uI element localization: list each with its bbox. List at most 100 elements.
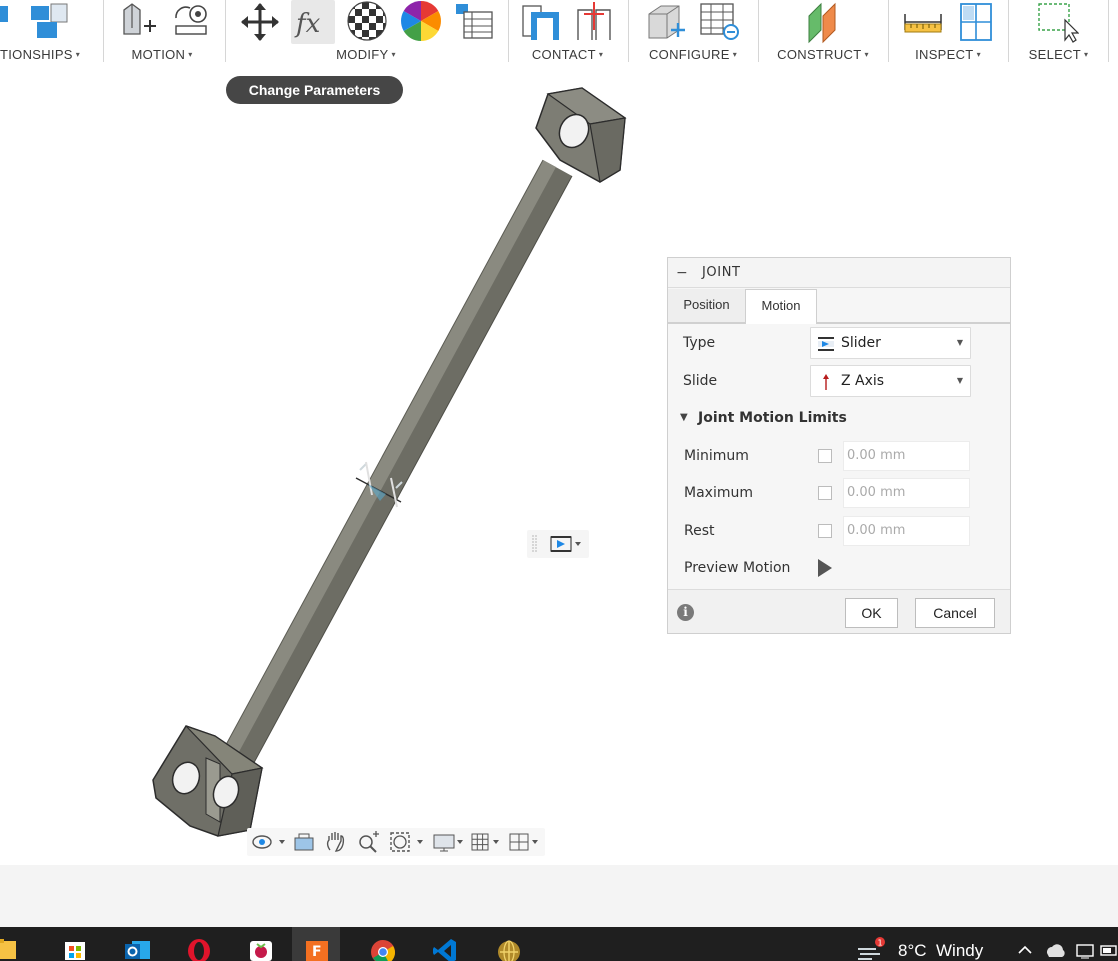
ribbon-toolbar: TIONSHIPS ▾ MOTION ▾ fx MODIFY ▾ CONTACT… <box>0 0 1118 70</box>
preview-motion-label: Preview Motion <box>684 560 791 576</box>
rigid-group-icon[interactable] <box>0 0 22 44</box>
joint-dialog-header: − JOINT <box>668 258 1010 288</box>
slide-label: Slide <box>683 373 718 389</box>
contact-menu[interactable]: CONTACT ▾ <box>511 47 624 62</box>
fit-window-icon[interactable] <box>387 830 427 854</box>
joint-motion-limits-title[interactable]: Joint Motion Limits <box>698 410 847 426</box>
windows-taskbar: F 1 8°C Windy <box>0 927 1118 961</box>
chevron-down-icon: ▼ <box>956 338 963 347</box>
network-icon[interactable] <box>1074 941 1096 959</box>
slider-icon <box>817 335 835 353</box>
wind-weather-icon[interactable]: 1 <box>856 937 890 961</box>
configure-box-icon[interactable] <box>643 0 687 44</box>
toolbar-group-configure: CONFIGURE ▾ <box>631 0 755 70</box>
type-value: Slider <box>841 335 881 351</box>
maximum-label: Maximum <box>684 485 753 501</box>
play-icon[interactable] <box>818 559 832 577</box>
slide-dropdown[interactable]: Z Axis ▼ <box>810 365 971 397</box>
toolbar-group-construct: CONSTRUCT ▾ <box>761 0 885 70</box>
move-copy-icon[interactable] <box>238 0 282 44</box>
raspberry-pi-imager-icon[interactable] <box>236 927 284 961</box>
inspect-menu[interactable]: INSPECT ▾ <box>891 47 1005 62</box>
toolbar-group-contact: CONTACT ▾ <box>511 0 624 70</box>
toolbar-group-relationships: TIONSHIPS ▾ <box>0 0 100 70</box>
pan-hand-icon[interactable] <box>323 830 349 854</box>
orbit-icon[interactable] <box>249 830 287 854</box>
minimum-checkbox[interactable] <box>818 449 832 463</box>
rest-input[interactable]: 0.00 mm <box>843 516 970 546</box>
weather-temperature: 8°C <box>898 941 927 960</box>
configuration-table-icon[interactable] <box>697 0 741 44</box>
select-menu[interactable]: SELECT ▾ <box>1011 47 1106 62</box>
configure-menu[interactable]: CONFIGURE ▾ <box>631 47 755 62</box>
rest-checkbox[interactable] <box>818 524 832 538</box>
drive-joints-icon[interactable] <box>116 0 160 44</box>
globe-app-icon[interactable] <box>484 927 532 961</box>
outlook-icon[interactable] <box>112 927 160 961</box>
rest-label: Rest <box>684 523 715 539</box>
change-parameters-icon[interactable]: fx <box>291 0 335 44</box>
fusion-360-icon[interactable]: F <box>292 927 340 961</box>
toolbar-divider <box>103 0 104 62</box>
toolbar-divider <box>628 0 629 62</box>
joint-origin-icon[interactable] <box>27 0 71 44</box>
enable-contact-sets-icon[interactable] <box>519 0 563 44</box>
svg-text:fx: fx <box>294 9 321 39</box>
joint-dialog: − JOINT Position Motion Type Slider ▼ Sl… <box>667 257 1011 634</box>
file-explorer-icon[interactable] <box>0 927 28 961</box>
look-at-icon[interactable] <box>291 830 317 854</box>
battery-icon[interactable] <box>1100 941 1118 959</box>
zoom-icon[interactable] <box>355 830 381 854</box>
tab-motion[interactable]: Motion <box>745 289 817 323</box>
measure-icon[interactable] <box>901 0 945 44</box>
interference-icon[interactable] <box>955 0 999 44</box>
toolbar-divider <box>758 0 759 62</box>
new-contact-set-icon[interactable] <box>572 0 616 44</box>
cancel-button[interactable]: Cancel <box>915 598 995 628</box>
toolbar-divider <box>1108 0 1109 62</box>
opera-icon[interactable] <box>174 927 222 961</box>
slide-value: Z Axis <box>841 373 885 389</box>
select-window-icon[interactable] <box>1035 0 1079 44</box>
viewports-icon[interactable] <box>507 830 543 854</box>
toolbar-divider <box>508 0 509 62</box>
maximum-input[interactable]: 0.00 mm <box>843 478 970 508</box>
chrome-icon[interactable] <box>358 927 406 961</box>
offset-plane-icon[interactable] <box>801 0 845 44</box>
toolbar-group-select: SELECT ▾ <box>1011 0 1106 70</box>
minimum-label: Minimum <box>684 448 749 464</box>
modify-menu[interactable]: MODIFY ▾ <box>228 47 504 62</box>
tab-position[interactable]: Position <box>668 289 745 323</box>
maximum-checkbox[interactable] <box>818 486 832 500</box>
joint-motion-widget[interactable] <box>527 530 589 558</box>
toolbar-divider <box>1008 0 1009 62</box>
vscode-icon[interactable] <box>420 927 468 961</box>
info-icon[interactable]: i <box>677 604 694 621</box>
collapse-icon[interactable]: − <box>676 264 690 282</box>
section-toggle-icon[interactable]: ▼ <box>680 412 688 423</box>
toolbar-divider <box>888 0 889 62</box>
dialog-footer: i OK Cancel <box>668 589 1010 633</box>
display-settings-icon[interactable] <box>431 830 467 854</box>
microsoft-store-icon[interactable] <box>50 927 98 961</box>
ok-button[interactable]: OK <box>845 598 898 628</box>
fusion-window: TIONSHIPS ▾ MOTION ▾ fx MODIFY ▾ CONTACT… <box>0 0 1118 961</box>
chevron-up-icon[interactable] <box>1016 941 1034 959</box>
construct-menu[interactable]: CONSTRUCT ▾ <box>761 47 885 62</box>
svg-text:F: F <box>312 944 322 960</box>
motion-menu[interactable]: MOTION ▾ <box>106 47 218 62</box>
grid-settings-icon[interactable] <box>469 830 505 854</box>
tab-divider <box>668 322 1010 324</box>
toolbar-group-inspect: INSPECT ▾ <box>891 0 1005 70</box>
manage-materials-icon[interactable] <box>452 0 496 44</box>
color-wheel-icon[interactable] <box>399 0 443 44</box>
onedrive-icon[interactable] <box>1044 941 1066 959</box>
minimum-input[interactable]: 0.00 mm <box>843 441 970 471</box>
toolbar-group-modify: fx MODIFY ▾ <box>228 0 504 70</box>
motion-link-icon[interactable] <box>168 0 212 44</box>
appearance-icon[interactable] <box>345 0 389 44</box>
type-label: Type <box>683 335 716 351</box>
relationships-menu[interactable]: TIONSHIPS ▾ <box>0 47 100 62</box>
type-dropdown[interactable]: Slider ▼ <box>810 327 971 359</box>
z-axis-arrow-icon <box>817 373 835 391</box>
